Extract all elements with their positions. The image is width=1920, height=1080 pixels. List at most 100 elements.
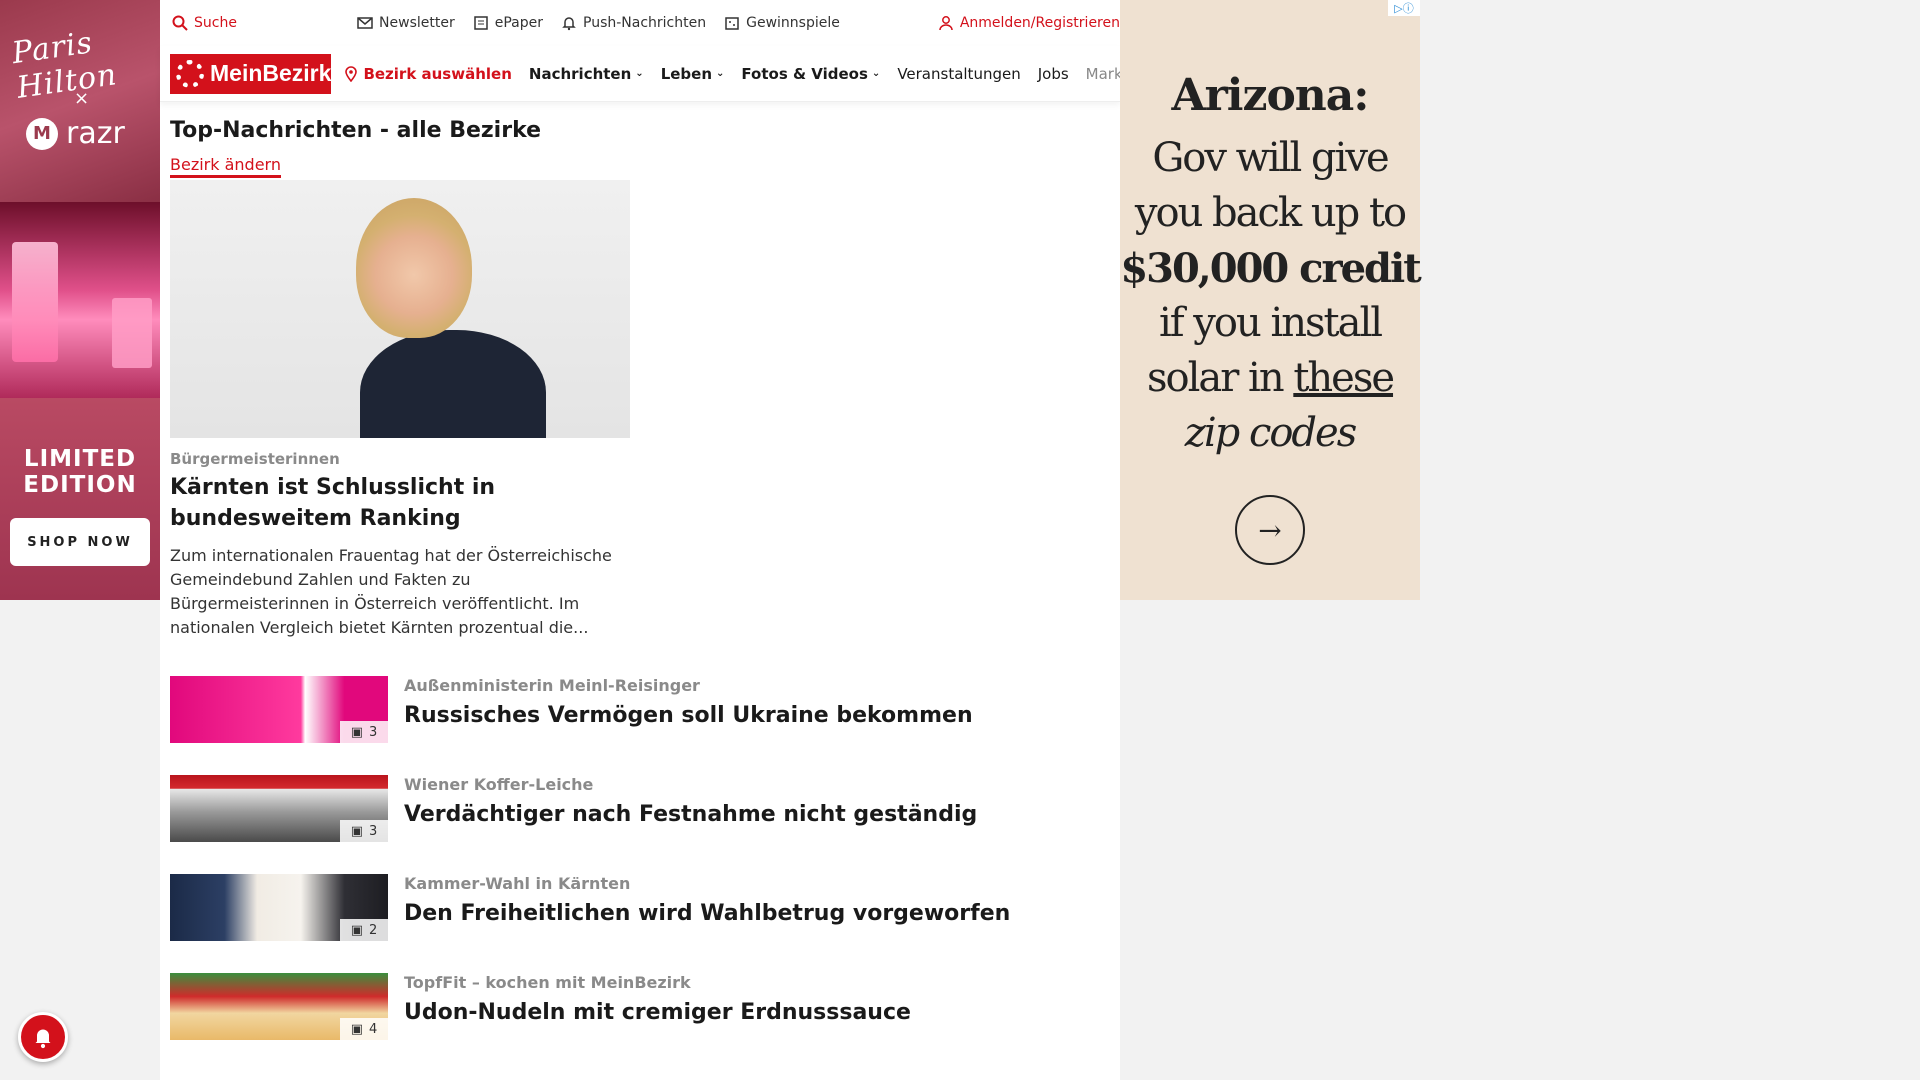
image-count: 3 bbox=[369, 823, 378, 839]
ad-razr-text: razr bbox=[66, 116, 125, 151]
hero-person-body bbox=[360, 330, 546, 438]
hero-person-head bbox=[356, 198, 472, 338]
ad-cta-area: LIMITED EDITION SHOP NOW bbox=[0, 398, 160, 600]
nav-label: Veranstaltungen bbox=[897, 64, 1021, 83]
ad-headline: Arizona: bbox=[1171, 70, 1369, 121]
ad-razr-logo: M razr bbox=[26, 116, 125, 151]
login-label: Anmelden/Registrieren bbox=[959, 15, 1120, 31]
right-display-ad[interactable]: ▷ⓘ Arizona: Gov will give you back up to… bbox=[1120, 0, 1422, 600]
nav-item-jobs[interactable]: Jobs bbox=[1038, 65, 1069, 83]
article-kicker: TopfFit – kochen mit MeinBezirk bbox=[404, 973, 691, 992]
ad-line: you back up to bbox=[1134, 190, 1407, 236]
ad-headline: LIMITED EDITION bbox=[23, 446, 137, 498]
nav-label: Jobs bbox=[1037, 64, 1069, 83]
hero-title[interactable]: Kärnten ist Schlusslicht in bundesweitem… bbox=[170, 472, 610, 534]
ad-line-underlined: these bbox=[1293, 355, 1395, 401]
article-text: TopfFit – kochen mit MeinBezirk Udon-Nud… bbox=[404, 973, 911, 1040]
nav-item-leben[interactable]: Leben ⌄ bbox=[661, 65, 725, 83]
article-list: ▣ 3 Außenministerin Meinl-Reisinger Russ… bbox=[170, 676, 1110, 1040]
ad-product-image bbox=[0, 202, 160, 398]
arrow-right-icon[interactable]: → bbox=[1235, 495, 1305, 565]
article-text: Wiener Koffer-Leiche Verdächtiger nach F… bbox=[404, 775, 977, 842]
ad-line: if you install bbox=[1158, 300, 1383, 346]
ad-bottle-image bbox=[12, 242, 58, 362]
change-district-link[interactable]: Bezirk ändern bbox=[170, 155, 281, 178]
nav-item-fotos-videos[interactable]: Fotos & Videos ⌄ bbox=[741, 65, 880, 83]
newspaper-icon bbox=[473, 16, 488, 30]
hero-kicker: Bürgermeisterinnen bbox=[170, 450, 340, 468]
article-title[interactable]: Verdächtiger nach Festnahme nicht gestän… bbox=[404, 802, 977, 827]
image-count: 4 bbox=[369, 1021, 378, 1037]
image-count-badge: ▣ 3 bbox=[340, 820, 388, 842]
push-link[interactable]: Push-Nachrichten bbox=[561, 15, 706, 31]
hero-image[interactable] bbox=[170, 180, 630, 438]
gallery-icon: ▣ bbox=[350, 1021, 363, 1037]
epaper-link[interactable]: ePaper bbox=[473, 15, 543, 31]
list-item[interactable]: ▣ 3 Außenministerin Meinl-Reisinger Russ… bbox=[170, 676, 1110, 743]
nav-label: Fotos & Videos bbox=[741, 64, 868, 83]
article-title[interactable]: Russisches Vermögen soll Ukraine bekomme… bbox=[404, 703, 973, 728]
news-content: Top-Nachrichten - alle Bezirke Bezirk än… bbox=[160, 102, 1120, 1040]
mail-icon bbox=[357, 17, 373, 29]
login-link[interactable]: Anmelden/Registrieren bbox=[938, 15, 1120, 31]
list-item[interactable]: ▣ 4 TopfFit – kochen mit MeinBezirk Udon… bbox=[170, 973, 1110, 1040]
location-pin-icon bbox=[345, 65, 358, 82]
article-kicker: Außenministerin Meinl-Reisinger bbox=[404, 676, 700, 695]
newsletter-link[interactable]: Newsletter bbox=[357, 15, 455, 31]
bell-icon bbox=[562, 17, 576, 31]
left-skyscraper-ad[interactable]: ▷ⓘ Paris Hilton × M razr LIMITED EDITION… bbox=[0, 0, 160, 600]
ad-shop-now-button[interactable]: SHOP NOW bbox=[10, 518, 150, 566]
hero-teaser: Zum internationalen Frauentag hat der Ös… bbox=[170, 546, 612, 637]
article-title[interactable]: Udon-Nudeln mit cremiger Erdnusssauce bbox=[404, 1000, 911, 1025]
article-kicker: Kammer-Wahl in Kärnten bbox=[404, 874, 631, 893]
main-content: Suche Newsletter ePaper Push-Nachrichten… bbox=[160, 0, 1165, 1080]
ad-line-italic: zip codes bbox=[1184, 410, 1357, 456]
push-label: Push-Nachrichten bbox=[583, 15, 707, 31]
motorola-logo-icon: M bbox=[26, 117, 58, 150]
ad-body: Gov will give you back up to $30,000 cre… bbox=[1120, 131, 1421, 461]
list-item[interactable]: ▣ 3 Wiener Koffer-Leiche Verdächtiger na… bbox=[170, 775, 1110, 842]
search-icon bbox=[172, 15, 188, 31]
push-notification-button[interactable] bbox=[18, 1012, 68, 1062]
bell-icon bbox=[35, 1029, 51, 1049]
article-thumbnail[interactable]: ▣ 2 bbox=[170, 874, 388, 941]
contests-link[interactable]: Gewinnspiele bbox=[724, 15, 840, 31]
image-count-badge: ▣ 2 bbox=[340, 919, 388, 941]
list-item[interactable]: ▣ 2 Kammer-Wahl in Kärnten Den Freiheitl… bbox=[170, 874, 1110, 941]
image-count-badge: ▣ 3 bbox=[340, 721, 388, 743]
chevron-down-icon: ⌄ bbox=[871, 68, 881, 79]
image-count-badge: ▣ 4 bbox=[340, 1018, 388, 1040]
epaper-label: ePaper bbox=[494, 15, 543, 31]
ad-choices-icon[interactable]: ▷ⓘ bbox=[1388, 0, 1420, 16]
ad-line: solar in these bbox=[1120, 351, 1420, 406]
gift-icon bbox=[725, 17, 739, 30]
image-count: 2 bbox=[369, 922, 378, 938]
ad-box-image bbox=[112, 298, 152, 368]
search-label: Suche bbox=[194, 15, 237, 31]
newsletter-label: Newsletter bbox=[379, 15, 455, 31]
article-thumbnail[interactable]: ▣ 3 bbox=[170, 676, 388, 743]
gallery-icon: ▣ bbox=[350, 823, 363, 839]
chevron-down-icon: ⌄ bbox=[635, 68, 644, 79]
image-count: 3 bbox=[369, 724, 378, 740]
ad-line: Gov will give bbox=[1152, 135, 1389, 181]
ad-line-bold: $30,000 credit bbox=[1120, 245, 1421, 292]
select-district-link[interactable]: Bezirk auswählen bbox=[343, 64, 512, 83]
section-title: Top-Nachrichten - alle Bezirke bbox=[170, 118, 542, 143]
ad-collab-x: × bbox=[74, 88, 90, 109]
logo-text: MeinBezirk bbox=[210, 60, 332, 86]
nav-item-veranstaltungen[interactable]: Veranstaltungen bbox=[897, 65, 1020, 83]
meinbezirk-logo[interactable]: MeinBezirk bbox=[170, 53, 332, 94]
ad-line-part: solar in bbox=[1146, 355, 1294, 401]
article-thumbnail[interactable]: ▣ 3 bbox=[170, 775, 388, 842]
nav-label: Leben bbox=[660, 64, 713, 83]
hero-article[interactable]: Bürgermeisterinnen Kärnten ist Schlussli… bbox=[170, 180, 630, 640]
nav-item-nachrichten[interactable]: Nachrichten ⌄ bbox=[529, 65, 644, 83]
gallery-icon: ▣ bbox=[350, 724, 363, 740]
select-district-label: Bezirk auswählen bbox=[363, 64, 512, 83]
search-link[interactable]: Suche bbox=[172, 15, 335, 31]
article-thumbnail[interactable]: ▣ 4 bbox=[170, 973, 388, 1040]
gallery-icon: ▣ bbox=[350, 922, 363, 938]
user-icon bbox=[939, 16, 953, 31]
article-title[interactable]: Den Freiheitlichen wird Wahlbetrug vorge… bbox=[404, 901, 1010, 926]
